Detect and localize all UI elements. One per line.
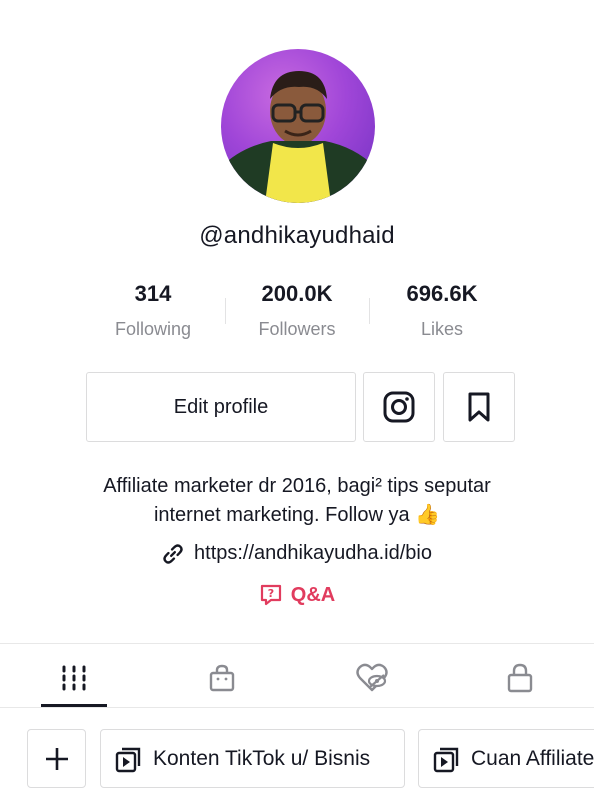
liked-hidden-icon (356, 663, 388, 692)
profile-bio: Affiliate marketer dr 2016, bagi² tips s… (0, 472, 594, 530)
followers-label: Followers (258, 319, 336, 339)
likes-label: Likes (420, 319, 464, 339)
add-playlist-button[interactable] (27, 729, 86, 788)
shopping-bag-icon (209, 664, 235, 692)
playlist-label: Cuan Affiliate (471, 746, 594, 770)
svg-text:?: ? (268, 587, 274, 600)
profile-avatar[interactable] (221, 49, 375, 203)
lock-icon (507, 663, 533, 693)
bio-link-text: https://andhikayudha.id/bio (194, 542, 432, 564)
stat-likes[interactable]: 696.6K Likes (367, 281, 517, 340)
grid-icon (62, 665, 86, 691)
playlist-icon (115, 747, 141, 772)
tab-private[interactable] (475, 650, 565, 706)
avatar-image (221, 71, 375, 203)
qa-link[interactable]: ? Q&A (0, 583, 594, 607)
bio-link[interactable]: https://andhikayudha.id/bio (0, 542, 594, 565)
playlist-label: Konten TikTok u/ Bisnis (153, 746, 371, 770)
tab-videos[interactable] (29, 650, 119, 706)
bio-line-2: internet marketing. Follow ya 👍 (153, 504, 441, 526)
following-label: Following (114, 319, 192, 339)
edit-profile-label: Edit profile (173, 395, 269, 418)
tabs-bottom-divider (0, 707, 594, 708)
stat-following[interactable]: 314 Following (78, 281, 228, 340)
stat-followers[interactable]: 200.0K Followers (222, 281, 372, 340)
playlist-chip[interactable]: Cuan Affiliate (418, 729, 594, 788)
followers-count: 200.0K (261, 281, 333, 306)
question-chat-icon: ? (260, 584, 281, 606)
plus-icon (45, 747, 68, 770)
bio-line-1: Affiliate marketer dr 2016, bagi² tips s… (103, 475, 491, 497)
likes-count: 696.6K (406, 281, 478, 306)
tab-liked[interactable] (327, 650, 417, 706)
instagram-icon (383, 391, 415, 423)
tabs-top-divider (0, 643, 594, 644)
following-count: 314 (134, 281, 172, 306)
bookmark-button[interactable] (443, 372, 515, 442)
bookmark-icon (468, 392, 490, 422)
profile-username: @andhikayudhaid (199, 222, 395, 249)
instagram-button[interactable] (363, 372, 435, 442)
link-icon (163, 543, 183, 564)
playlist-chip[interactable]: Konten TikTok u/ Bisnis (100, 729, 405, 788)
edit-profile-button[interactable]: Edit profile (86, 372, 356, 442)
tab-shop[interactable] (177, 650, 267, 706)
qa-label: Q&A (290, 583, 336, 606)
playlist-icon (433, 747, 459, 772)
